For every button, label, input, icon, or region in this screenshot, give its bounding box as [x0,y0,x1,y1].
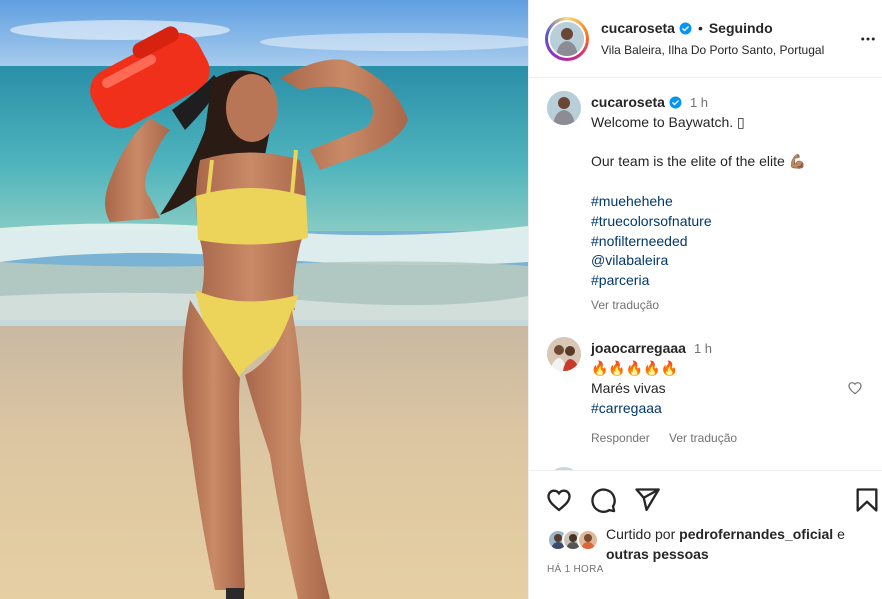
comments-section[interactable]: cucaroseta 1 h Welcome to Baywatch. ▯ Ou… [529,79,882,470]
liked-by-others-link[interactable]: outras pessoas [606,546,709,562]
beach-photo [0,0,528,599]
hashtag-link[interactable]: #truecolorsofnature [591,211,712,231]
hashtag-link[interactable]: #muehehehe [591,191,673,211]
see-translation-button[interactable]: Ver tradução [669,428,737,448]
hashtag-link[interactable]: #nofilterneeded [591,231,688,251]
verified-badge-icon [679,22,692,34]
liked-by-avatars[interactable] [547,529,607,553]
avatar [550,22,584,56]
post-image[interactable] [0,0,528,599]
comment-emoji: 🔥🔥🔥🔥🔥 [591,360,679,376]
caption-line: Welcome to Baywatch. ▯ [591,114,745,130]
commenter-username[interactable]: joaocarregaaa [591,340,686,356]
following-button[interactable]: Seguindo [709,20,773,36]
caption-avatar[interactable] [547,91,581,125]
see-translation-button[interactable]: Ver tradução [591,295,659,315]
verified-badge-icon [669,96,682,108]
liked-by-user-link[interactable]: pedrofernandes_oficial [679,526,833,542]
mention-link[interactable]: @vilabaleira [591,250,668,270]
hashtag-link[interactable]: #carregaaa [591,398,662,418]
caption-line: Our team is the elite of the elite 💪🏽 [591,153,807,169]
more-horizontal-icon[interactable] [859,30,877,48]
liked-by-joiner: e [837,526,845,542]
liker-avatar [577,529,599,551]
bookmark-icon[interactable] [853,486,881,514]
story-ring[interactable] [545,17,589,61]
comment-text: Marés vivas [591,380,666,396]
heart-icon[interactable] [545,486,573,514]
liked-by-text: Curtido por pedrofernandes_oficial e out… [606,524,876,564]
hashtag-link[interactable]: #parceria [591,270,649,290]
heart-outline-icon[interactable] [847,380,863,396]
comment-icon[interactable] [589,486,617,514]
reply-button[interactable]: Responder [591,428,650,448]
action-bar: Curtido por pedrofernandes_oficial e out… [529,470,882,599]
comment-time[interactable]: 1 h [694,341,712,356]
share-icon[interactable] [633,486,661,514]
caption-time[interactable]: 1 h [690,95,708,110]
liked-by-prefix: Curtido por [606,526,676,542]
caption-username[interactable]: cucaroseta [591,94,665,110]
separator-dot: • [697,20,703,36]
header-username[interactable]: cucaroseta [601,20,675,36]
commenter-avatar[interactable] [547,337,581,371]
location-link[interactable]: Vila Baleira, Ilha Do Porto Santo, Portu… [601,43,824,57]
post-header: cucaroseta • Seguindo Vila Baleira, Ilha… [529,0,882,78]
post-time-ago[interactable]: HÁ 1 HORA [547,564,604,575]
post-panel: cucaroseta • Seguindo Vila Baleira, Ilha… [528,0,882,599]
